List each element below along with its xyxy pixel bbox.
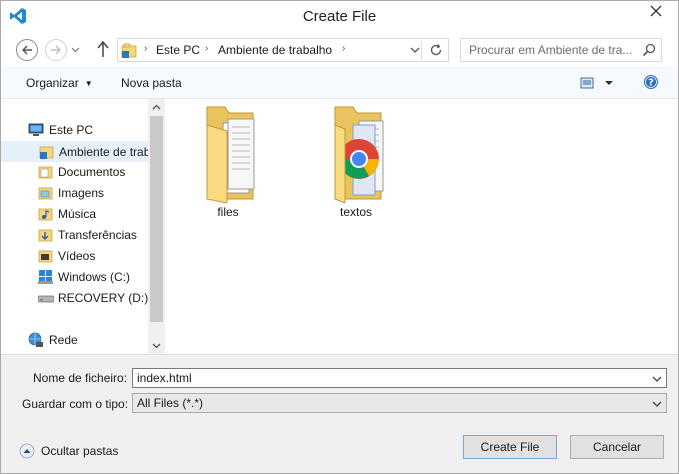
nav-item-windows-c[interactable]: Windows (C:) xyxy=(1,267,149,288)
arrow-right-icon xyxy=(51,45,61,55)
back-button[interactable] xyxy=(16,39,38,61)
windows-drive-icon xyxy=(38,270,53,284)
computer-icon xyxy=(28,123,44,136)
videos-folder-icon xyxy=(38,250,53,263)
nav-label: RECOVERY (D:) xyxy=(58,291,149,305)
refresh-icon xyxy=(430,44,441,56)
arrow-left-icon xyxy=(22,45,32,55)
hide-folders-label: Ocultar pastas xyxy=(41,444,119,458)
command-bar: Organizar ▼ Nova pasta ? xyxy=(1,67,678,99)
file-type-select[interactable]: All Files (*.*) xyxy=(132,393,667,413)
close-button[interactable] xyxy=(642,1,670,21)
chevron-up-circle-icon xyxy=(19,443,35,459)
nav-item-rede[interactable]: Rede xyxy=(1,330,149,351)
address-row: › Este PC › Ambiente de trabalho › Procu… xyxy=(1,31,678,67)
folder-chrome-icon xyxy=(334,106,384,203)
breadcrumb-separator[interactable]: › xyxy=(144,43,147,54)
nav-scrollbar[interactable] xyxy=(148,99,165,354)
downloads-folder-icon xyxy=(38,229,53,242)
forward-button[interactable] xyxy=(45,39,67,61)
new-folder-button[interactable]: Nova pasta xyxy=(121,76,182,90)
navigation-pane: Este PC Ambiente de trabalho Documentos … xyxy=(1,99,165,354)
window-title: Create File xyxy=(302,8,377,25)
filename-label: Nome de ficheiro: xyxy=(33,371,128,385)
folder-name: files xyxy=(217,205,239,219)
breadcrumb-ambiente-de-trabalho[interactable]: Ambiente de trabalho xyxy=(218,43,332,57)
nav-item-transferencias[interactable]: Transferências xyxy=(1,225,149,246)
title-bar: Create File xyxy=(1,1,678,31)
scroll-down-button[interactable] xyxy=(148,337,165,354)
network-icon xyxy=(28,332,43,347)
nav-label: Windows (C:) xyxy=(58,270,131,284)
nav-label: Documentos xyxy=(58,165,126,179)
scroll-thumb[interactable] xyxy=(150,116,163,322)
address-history-dropdown-icon[interactable] xyxy=(408,43,422,57)
search-field[interactable]: Procurar em Ambiente de tra... xyxy=(460,38,662,62)
help-icon[interactable]: ? xyxy=(643,74,659,90)
nav-item-imagens[interactable]: Imagens xyxy=(1,183,149,204)
nav-label: Imagens xyxy=(58,186,105,200)
search-placeholder: Procurar em Ambiente de tra... xyxy=(469,43,633,57)
create-file-dialog: Create File › Este PC › Ambiente de trab… xyxy=(0,0,679,474)
filename-input[interactable]: index.html xyxy=(132,368,667,388)
nav-item-videos[interactable]: Vídeos xyxy=(1,246,149,267)
nav-item-este-pc[interactable]: Este PC xyxy=(1,120,149,141)
nav-label: Rede xyxy=(49,333,78,347)
chevron-down-icon[interactable] xyxy=(651,373,663,385)
pictures-folder-icon xyxy=(38,187,53,200)
nav-label: Ambiente de trabalho xyxy=(59,145,149,159)
close-icon xyxy=(650,5,662,17)
svg-text:?: ? xyxy=(648,78,654,89)
nav-item-ambiente-de-trabalho[interactable]: Ambiente de trabalho xyxy=(1,141,149,162)
file-type-value: All Files (*.*) xyxy=(137,396,204,410)
file-list: files textos xyxy=(165,99,678,354)
nav-item-recovery-d[interactable]: RECOVERY (D:) xyxy=(1,288,149,309)
nav-item-musica[interactable]: Música xyxy=(1,204,149,225)
desktop-folder-icon xyxy=(39,146,54,159)
breadcrumb-este-pc[interactable]: Este PC xyxy=(156,43,200,57)
chevron-up-icon xyxy=(152,104,161,110)
chevron-down-icon xyxy=(652,401,662,407)
nav-label: Vídeos xyxy=(58,249,96,263)
organize-menu-button[interactable]: Organizar ▼ xyxy=(26,76,93,90)
location-folder-icon xyxy=(121,43,137,58)
save-panel: Nome de ficheiro: index.html Guardar com… xyxy=(1,354,678,473)
nav-label: Este PC xyxy=(49,123,94,137)
folder-item-files[interactable]: files xyxy=(181,103,275,221)
folder-documents-icon xyxy=(206,106,255,203)
search-icon[interactable] xyxy=(642,43,656,57)
address-bar[interactable]: › Este PC › Ambiente de trabalho › xyxy=(117,38,449,62)
scroll-up-button[interactable] xyxy=(148,99,165,116)
file-type-label: Guardar com o tipo: xyxy=(22,397,129,411)
dropdown-triangle-icon: ▼ xyxy=(84,79,93,88)
filename-value: index.html xyxy=(137,371,192,385)
nav-item-documentos[interactable]: Documentos xyxy=(1,162,149,183)
breadcrumb-separator[interactable]: › xyxy=(342,43,345,54)
nav-label: Transferências xyxy=(58,228,137,242)
change-view-icon[interactable] xyxy=(579,75,615,91)
organize-label: Organizar xyxy=(26,76,79,90)
nav-label: Música xyxy=(58,207,97,221)
breadcrumb-separator[interactable]: › xyxy=(205,43,208,54)
music-folder-icon xyxy=(38,208,53,221)
folder-item-textos[interactable]: textos xyxy=(309,103,403,221)
documents-folder-icon xyxy=(38,166,53,179)
create-file-button[interactable]: Create File xyxy=(463,435,557,459)
drive-icon xyxy=(38,295,54,303)
chevron-down-icon xyxy=(152,343,161,349)
up-arrow-icon[interactable] xyxy=(95,39,111,59)
recent-locations-chevron-icon[interactable] xyxy=(71,45,80,54)
cancel-button[interactable]: Cancelar xyxy=(570,435,664,459)
folder-name: textos xyxy=(339,205,372,219)
refresh-button[interactable] xyxy=(421,38,449,62)
